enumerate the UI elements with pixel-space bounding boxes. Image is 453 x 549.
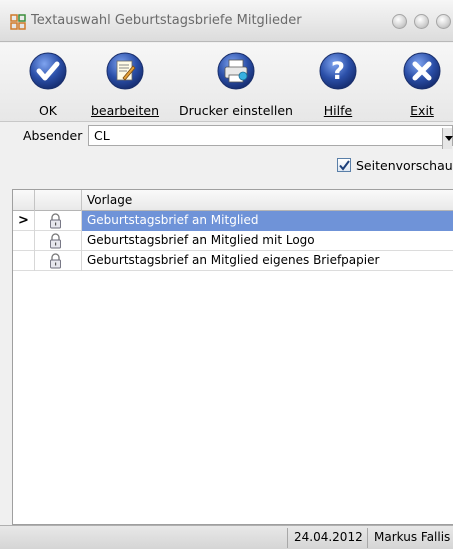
help-button[interactable]: ? Hilfe [316, 47, 360, 119]
table-row[interactable]: Geburtstagsbrief an Mitglied eigenes Bri… [13, 251, 453, 271]
window-title: Textauswahl Geburtstagsbriefe Mitglieder [31, 13, 302, 28]
close-icon [403, 52, 441, 90]
exit-button[interactable]: Exit [400, 47, 444, 119]
chevron-down-icon[interactable] [442, 128, 453, 149]
question-mark-icon: ? [319, 52, 357, 90]
row-pointer [13, 251, 35, 271]
table-row[interactable]: Geburtstagsbrief an Mitglied mit Logo [13, 231, 453, 251]
sender-label: Absender [23, 128, 83, 143]
sender-value: CL [94, 128, 110, 143]
status-bar: 24.04.2012 Markus Fallis [0, 525, 453, 549]
printer-icon [217, 52, 255, 90]
maximize-button[interactable] [414, 14, 429, 29]
help-label: Hilfe [323, 103, 353, 118]
row-text: Geburtstagsbrief an Mitglied mit Logo [87, 233, 315, 247]
table-row[interactable]: > Geburtstagsbrief an Mitglied [13, 211, 453, 231]
sender-combobox[interactable]: CL [88, 125, 453, 149]
template-grid: Vorlage > Geburtstagsbrief an Mitglied G… [12, 189, 453, 525]
close-window-button[interactable] [436, 14, 451, 29]
status-date: 24.04.2012 [287, 528, 367, 548]
lock-icon [50, 253, 61, 269]
printer-label: Drucker einstellen [179, 103, 293, 118]
ok-button[interactable]: OK [29, 47, 67, 119]
printer-settings-button[interactable]: Drucker einstellen [175, 47, 297, 119]
pointer-column-header [13, 190, 35, 211]
edit-label: bearbeiten [90, 103, 160, 118]
sender-row: Absender CL [0, 123, 453, 149]
icon-column-header [35, 190, 82, 211]
row-pointer [13, 231, 35, 251]
minimize-button[interactable] [392, 14, 407, 29]
row-icon-cell [35, 211, 82, 231]
row-text: Geburtstagsbrief an Mitglied eigenes Bri… [87, 253, 380, 267]
edit-document-icon [106, 52, 144, 90]
status-user: Markus Fallis [367, 528, 453, 548]
toolbar: OK bearbeiten Drucker einstellen ? Hilfe [0, 43, 453, 122]
row-icon-cell [35, 231, 82, 251]
vorlage-column-header[interactable]: Vorlage [82, 190, 453, 211]
grid-header: Vorlage [13, 190, 453, 211]
svg-text:?: ? [331, 57, 345, 85]
preview-checkbox[interactable] [337, 158, 351, 172]
lock-icon [50, 233, 61, 249]
preview-row: Seitenvorschau [0, 152, 453, 178]
row-pointer: > [13, 211, 35, 231]
title-bar: Textauswahl Geburtstagsbriefe Mitglieder [0, 0, 453, 42]
ok-label: OK [38, 103, 58, 118]
checkmark-small-icon [339, 160, 350, 171]
exit-label: Exit [410, 103, 434, 118]
lock-icon [50, 213, 61, 229]
row-icon-cell [35, 251, 82, 271]
edit-button[interactable]: bearbeiten [90, 47, 160, 119]
checkmark-icon [29, 52, 67, 90]
grid-app-icon [10, 14, 26, 30]
row-text: Geburtstagsbrief an Mitglied [82, 211, 453, 231]
preview-label: Seitenvorschau [356, 158, 453, 173]
